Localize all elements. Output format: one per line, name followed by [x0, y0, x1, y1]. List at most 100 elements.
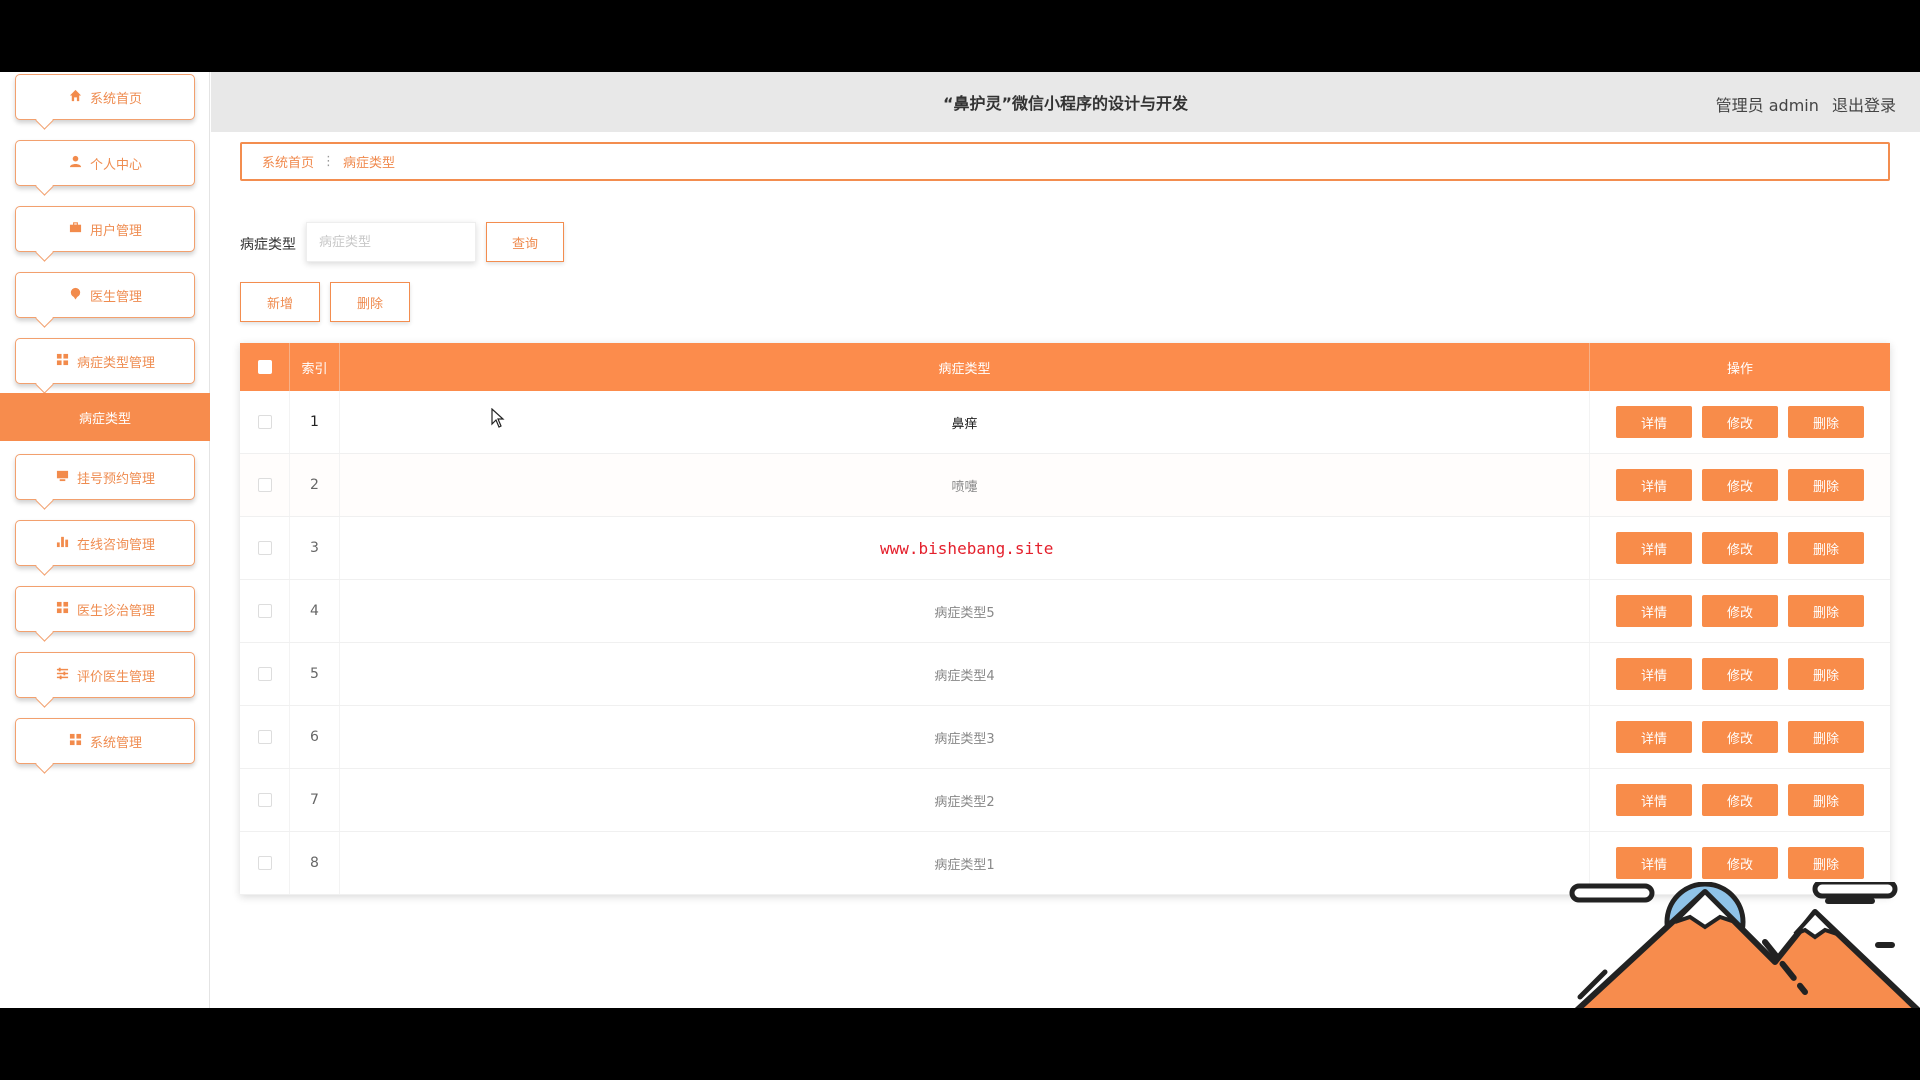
sidebar-item-doctor-management[interactable]: 医生管理 [15, 272, 195, 318]
edit-button[interactable]: 修改 [1702, 595, 1778, 627]
delete-button[interactable]: 删除 [1788, 595, 1864, 627]
row-checkbox-cell [240, 643, 290, 705]
row-checkbox[interactable] [257, 604, 272, 618]
row-checkbox[interactable] [257, 730, 272, 744]
search-input[interactable] [306, 222, 476, 262]
sidebar-item-label: 用户管理 [89, 223, 142, 239]
row-checkbox[interactable] [257, 415, 272, 429]
sidebar-item-disease-type-management[interactable]: 病症类型管理 [15, 338, 195, 384]
add-button[interactable]: 新增 [240, 282, 320, 322]
breadcrumb-current: 病症类型 [343, 156, 396, 171]
header-disease-type: 病症类型 [340, 343, 1590, 391]
query-button[interactable]: 查询 [486, 222, 564, 262]
delete-button[interactable]: 删除 [1788, 721, 1864, 753]
detail-button[interactable]: 详情 [1616, 406, 1692, 438]
sidebar-item-user-management[interactable]: 用户管理 [15, 206, 195, 252]
row-disease-type: 病症类型2 [340, 769, 1590, 831]
sidebar-item-system-management[interactable]: 系统管理 [15, 718, 195, 764]
row-checkbox[interactable] [257, 856, 272, 870]
home-icon [68, 89, 84, 106]
app-title: “鼻护灵”微信小程序的设计与开发 [942, 94, 1189, 113]
edit-button[interactable]: 修改 [1702, 847, 1778, 879]
row-operations: 详情 修改 删除 [1590, 769, 1890, 831]
table-row: 6 病症类型3 详情 修改 删除 [240, 706, 1890, 769]
edit-button[interactable]: 修改 [1702, 406, 1778, 438]
delete-button[interactable]: 删除 [1788, 847, 1864, 879]
table-row: 5 病症类型4 详情 修改 删除 [240, 643, 1890, 706]
mountain-illustration [1569, 882, 1920, 1008]
edit-button[interactable]: 修改 [1702, 469, 1778, 501]
table-row: 4 病症类型5 详情 修改 删除 [240, 580, 1890, 643]
breadcrumb-home[interactable]: 系统首页 [262, 152, 314, 171]
breadcrumb: 系统首页 ⋮ 病症类型 [240, 142, 1890, 181]
detail-button[interactable]: 详情 [1616, 532, 1692, 564]
table-row: 2 喷嚏 详情 修改 删除 [240, 454, 1890, 517]
edit-button[interactable]: 修改 [1702, 658, 1778, 690]
delete-button[interactable]: 删除 [1788, 784, 1864, 816]
sidebar-item-label: 评价医生管理 [76, 669, 155, 685]
delete-button[interactable]: 删除 [1788, 406, 1864, 438]
edit-button[interactable]: 修改 [1702, 721, 1778, 753]
row-checkbox-cell [240, 391, 290, 453]
delete-button[interactable]: 删除 [1788, 469, 1864, 501]
row-checkbox[interactable] [257, 541, 272, 555]
sidebar-subitem-disease-type[interactable]: 病症类型 [0, 393, 210, 441]
detail-button[interactable]: 详情 [1616, 469, 1692, 501]
edit-button[interactable]: 修改 [1702, 784, 1778, 816]
row-checkbox-cell [240, 517, 290, 579]
header-operations: 操作 [1726, 361, 1753, 377]
row-checkbox-cell [240, 832, 290, 894]
pin-icon [68, 287, 84, 304]
row-disease-type: 病症类型1 [340, 832, 1590, 894]
edit-button[interactable]: 修改 [1702, 532, 1778, 564]
delete-button[interactable]: 删除 [1788, 658, 1864, 690]
sidebar-item-appointment-management[interactable]: 挂号预约管理 [15, 454, 195, 500]
detail-button[interactable]: 详情 [1616, 721, 1692, 753]
detail-button[interactable]: 详情 [1616, 784, 1692, 816]
user-icon [68, 155, 84, 172]
row-checkbox[interactable] [257, 793, 272, 807]
search-label: 病症类型 [240, 237, 296, 253]
breadcrumb-separator-icon: ⋮ [322, 154, 336, 169]
detail-button[interactable]: 详情 [1616, 847, 1692, 879]
table-row: 3 详情 修改 删除 [240, 517, 1890, 580]
row-index: 1 [290, 391, 340, 453]
detail-button[interactable]: 详情 [1616, 595, 1692, 627]
row-operations: 详情 修改 删除 [1590, 580, 1890, 642]
sidebar-item-label: 医生管理 [89, 289, 142, 305]
grid-icon [68, 733, 84, 750]
header-index: 索引 [290, 343, 340, 391]
sidebar-item-personal-center[interactable]: 个人中心 [15, 140, 195, 186]
sidebar-item-home[interactable]: 系统首页 [15, 74, 195, 120]
sidebar-item-treatment-management[interactable]: 医生诊治管理 [15, 586, 195, 632]
row-operations: 详情 修改 删除 [1590, 391, 1890, 453]
batch-delete-button[interactable]: 删除 [330, 282, 410, 322]
row-checkbox[interactable] [257, 478, 272, 492]
row-index: 6 [290, 706, 340, 768]
row-index: 3 [290, 517, 340, 579]
sidebar-item-label: 系统管理 [89, 735, 142, 751]
user-area: 管理员 admin 退出登录 [1708, 92, 1896, 116]
table-row: 7 病症类型2 详情 修改 删除 [240, 769, 1890, 832]
row-index: 8 [290, 832, 340, 894]
row-operations: 详情 修改 删除 [1590, 517, 1890, 579]
grid-icon [55, 353, 71, 370]
row-disease-type: 鼻痒 [340, 391, 1590, 453]
user-role-label: 管理员 admin [1715, 96, 1819, 115]
row-index: 5 [290, 643, 340, 705]
logout-link[interactable]: 退出登录 [1832, 96, 1896, 115]
sidebar-item-review-management[interactable]: 评价医生管理 [15, 652, 195, 698]
row-index: 4 [290, 580, 340, 642]
sidebar-item-consultation-management[interactable]: 在线咨询管理 [15, 520, 195, 566]
row-checkbox[interactable] [257, 667, 272, 681]
row-operations: 详情 修改 删除 [1590, 706, 1890, 768]
mouse-cursor-icon [491, 408, 505, 428]
select-all-checkbox[interactable] [257, 360, 272, 374]
row-index: 2 [290, 454, 340, 516]
delete-button[interactable]: 删除 [1788, 532, 1864, 564]
row-operations: 详情 修改 删除 [1590, 454, 1890, 516]
sidebar-item-label: 在线咨询管理 [76, 537, 155, 553]
detail-button[interactable]: 详情 [1616, 658, 1692, 690]
sliders-icon [55, 667, 71, 684]
sidebar-item-label: 病症类型管理 [76, 355, 155, 371]
